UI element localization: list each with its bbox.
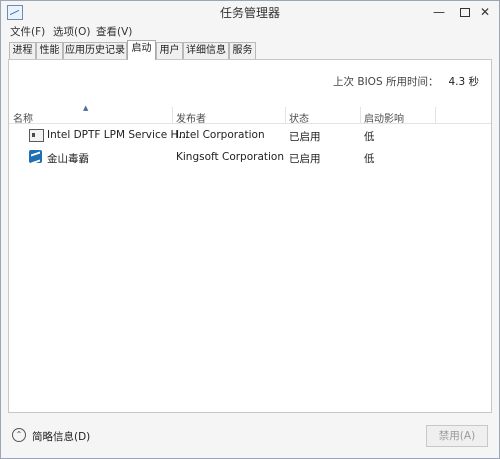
column-startup-impact[interactable]: 启动影响 (364, 110, 404, 125)
row-impact: 低 (364, 153, 375, 165)
row-publisher: Kingsoft Corporation (176, 151, 285, 163)
service-icon (29, 129, 44, 142)
sort-ascending-icon: ▲ (83, 104, 89, 112)
tab-processes[interactable]: 进程 (9, 42, 36, 59)
tab-startup[interactable]: 启动 (127, 40, 156, 60)
menu-bar: 文件(F) 选项(O) 查看(V) (1, 23, 499, 40)
row-impact: 低 (364, 131, 375, 143)
row-publisher: Intel Corporation (176, 129, 265, 141)
footer-bar: ⌃ 简略信息(D) 禁用(A) (1, 415, 499, 458)
chevron-up-icon[interactable]: ⌃ (12, 428, 26, 442)
column-header-row: ▲ 名称 发布者 状态 启动影响 (9, 104, 491, 125)
startup-panel: 上次 BIOS 所用时间： 4.3 秒 ▲ 名称 发布者 状态 启动影响 Inte… (8, 59, 492, 413)
minimize-button[interactable]: — (425, 2, 453, 22)
column-publisher[interactable]: 发布者 (176, 110, 206, 125)
tab-services[interactable]: 服务 (229, 42, 256, 59)
tab-users[interactable]: 用户 (156, 42, 183, 59)
tab-performance[interactable]: 性能 (36, 42, 63, 59)
kingsoft-icon (29, 150, 42, 165)
tab-strip: 进程 性能 应用历史记录 启动 用户 详细信息 服务 (9, 40, 497, 60)
disable-button[interactable]: 禁用(A) (426, 425, 488, 447)
column-name[interactable]: 名称 (13, 110, 33, 125)
bios-time-label: 上次 BIOS 所用时间： (333, 76, 439, 88)
tab-details[interactable]: 详细信息 (183, 42, 229, 59)
menu-view[interactable]: 查看(V) (96, 24, 132, 39)
menu-file[interactable]: 文件(F) (10, 24, 45, 39)
row-status: 已启用 (289, 153, 321, 165)
task-manager-window: 任务管理器 — ✕ 文件(F) 选项(O) 查看(V) 进程 性能 应用历史记录… (0, 0, 500, 459)
column-status[interactable]: 状态 (289, 110, 309, 125)
table-row[interactable]: Intel DPTF LPM Service H... Intel Corpor… (9, 126, 491, 146)
menu-options[interactable]: 选项(O) (53, 24, 90, 39)
row-status: 已启用 (289, 131, 321, 143)
less-details-link[interactable]: 简略信息(D) (32, 429, 90, 444)
maximize-icon (460, 7, 470, 17)
title-bar: 任务管理器 — ✕ (1, 1, 499, 23)
tab-app-history[interactable]: 应用历史记录 (63, 42, 127, 59)
bios-time: 上次 BIOS 所用时间： 4.3 秒 (333, 74, 479, 89)
table-row[interactable]: 金山毒霸 Kingsoft Corporation 已启用 低 (9, 148, 491, 168)
bios-time-value: 4.3 秒 (448, 76, 479, 88)
row-name: 金山毒霸 (47, 153, 89, 165)
row-name: Intel DPTF LPM Service H... (47, 129, 189, 141)
close-button[interactable]: ✕ (471, 2, 499, 22)
